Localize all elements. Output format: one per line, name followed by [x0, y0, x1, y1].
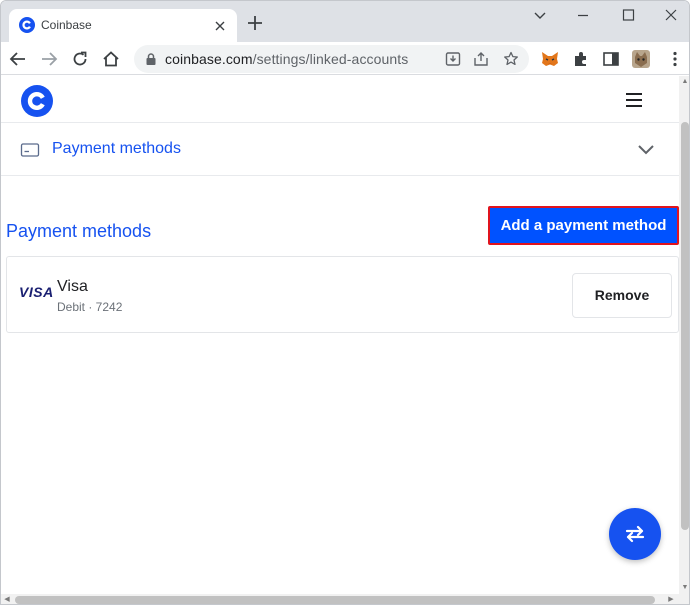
- tab-title: Coinbase: [41, 18, 92, 32]
- window-close-icon[interactable]: [659, 5, 683, 25]
- swap-arrows-icon: [625, 525, 645, 543]
- site-header: [1, 76, 679, 123]
- coinbase-logo-icon[interactable]: [21, 85, 53, 117]
- vertical-scrollbar[interactable]: ▲ ▼: [679, 76, 689, 594]
- side-panel-icon[interactable]: [601, 49, 621, 69]
- remove-button[interactable]: Remove: [572, 273, 672, 318]
- install-app-icon[interactable]: [444, 50, 462, 68]
- horizontal-scrollbar[interactable]: ◀ ▶: [1, 594, 689, 604]
- browser-tab[interactable]: Coinbase: [9, 9, 237, 42]
- payment-method-row: VISA Visa Debit · 7242 Remove: [6, 256, 679, 333]
- tab-search-chevron-icon[interactable]: [528, 5, 552, 25]
- add-payment-method-button[interactable]: Add a payment method: [488, 206, 679, 245]
- puzzle-extensions-icon[interactable]: [571, 49, 591, 69]
- hamburger-menu-icon[interactable]: [625, 92, 643, 108]
- share-icon[interactable]: [472, 50, 490, 68]
- trade-fab-button[interactable]: [609, 508, 661, 560]
- payment-method-detail: Debit · 7242: [57, 300, 123, 314]
- url-path: /settings/linked-accounts: [252, 51, 409, 67]
- minimize-icon[interactable]: [571, 5, 595, 25]
- tab-strip: Coinbase: [1, 1, 689, 42]
- metamask-fox-icon[interactable]: [540, 49, 560, 69]
- vertical-scroll-thumb[interactable]: [681, 122, 689, 530]
- visa-logo: VISA: [19, 284, 54, 300]
- scroll-right-arrow-icon[interactable]: ▶: [665, 594, 677, 604]
- scroll-down-arrow-icon[interactable]: ▼: [679, 582, 689, 594]
- browser-window: Coinbase coinbase.com/settings/linked-ac…: [0, 0, 690, 605]
- payment-methods-accordion[interactable]: Payment methods: [1, 123, 679, 176]
- url-host: coinbase.com: [165, 51, 253, 67]
- chevron-down-icon[interactable]: [637, 142, 655, 156]
- horizontal-scroll-thumb[interactable]: [15, 596, 655, 604]
- back-arrow-icon[interactable]: [8, 49, 28, 69]
- url-text[interactable]: coinbase.com/settings/linked-accounts: [165, 51, 408, 67]
- new-tab-icon[interactable]: [246, 14, 264, 32]
- browser-toolbar: coinbase.com/settings/linked-accounts: [1, 42, 689, 75]
- coinbase-logo-icon: [19, 17, 35, 33]
- accordion-title: Payment methods: [52, 140, 181, 157]
- home-icon[interactable]: [101, 49, 121, 69]
- bookmark-star-icon[interactable]: [502, 50, 520, 68]
- forward-arrow-icon[interactable]: [39, 49, 59, 69]
- maximize-icon[interactable]: [616, 5, 640, 25]
- reload-icon[interactable]: [70, 49, 90, 69]
- scroll-left-arrow-icon[interactable]: ◀: [1, 594, 13, 604]
- page-content: Payment methods Payment methods Add a pa…: [1, 76, 679, 594]
- lock-icon[interactable]: [144, 52, 158, 66]
- credit-card-icon: [20, 143, 40, 157]
- section-title: Payment methods: [6, 221, 152, 241]
- close-icon[interactable]: [212, 18, 228, 34]
- payment-method-name: Visa: [57, 278, 88, 295]
- browser-menu-kebab-icon[interactable]: [665, 49, 685, 69]
- address-bar[interactable]: coinbase.com/settings/linked-accounts: [134, 45, 529, 73]
- profile-avatar-icon[interactable]: [631, 49, 651, 69]
- scroll-up-arrow-icon[interactable]: ▲: [679, 76, 689, 88]
